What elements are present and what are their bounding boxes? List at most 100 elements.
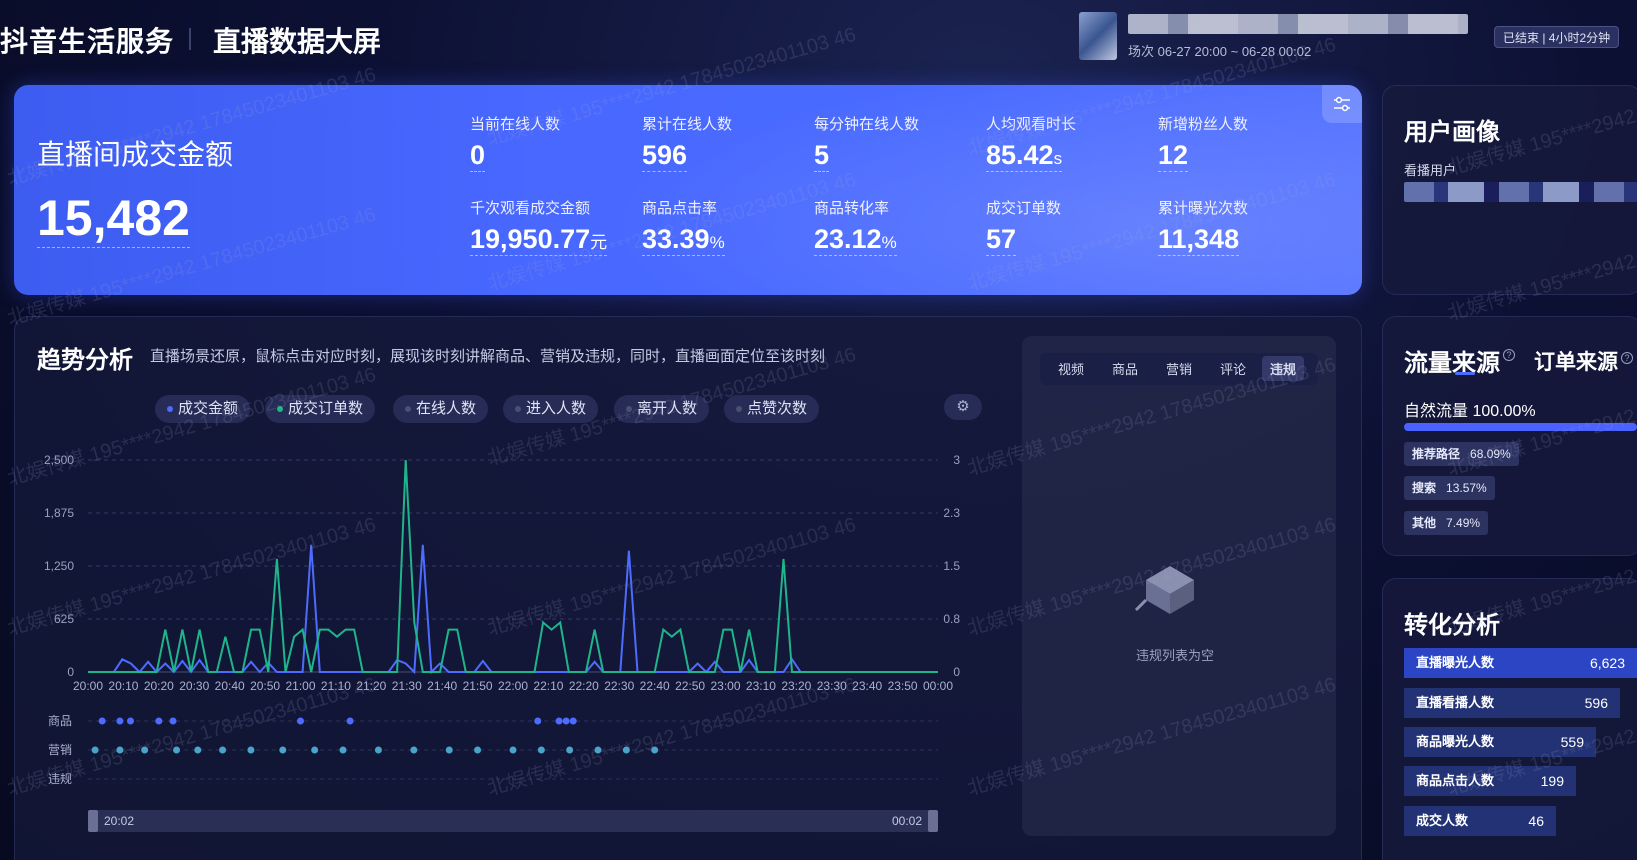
gmv-value[interactable]: 15,482 [37,189,190,248]
chart-settings-button[interactable]: ⚙ [944,394,982,420]
tab-1[interactable]: 商品 [1112,359,1138,378]
traffic-source-value: 7.49% [1446,516,1481,530]
time-slider [88,810,938,832]
kpi-label: 成交订单数 [986,200,1062,217]
event-marker[interactable] [219,746,227,754]
funnel-value: 199 [1540,773,1564,789]
x-tick: 23:20 [781,679,811,693]
funnel-row[interactable]: 商品点击人数 199 [1404,766,1576,796]
kpi-card: 直播间成交金额 15,482 当前在线人数 0 累计在线人数 596 每分钟在线人数 5 人… [14,85,1362,295]
kpi-label: 每分钟在线人数 [814,116,920,133]
metric-chip-label: 点赞次数 [747,400,808,417]
event-marker[interactable] [91,746,99,754]
funnel-row[interactable]: 直播看播人数 596 [1404,688,1620,718]
x-tick: 21:40 [427,679,457,693]
event-marker[interactable] [622,746,630,754]
kpi-item[interactable]: 人均观看时长 85.42s [986,113,1076,172]
empty-state-text: 违规列表为空 [1136,648,1215,663]
slider-handle-left [88,810,98,832]
x-tick: 22:20 [569,679,599,693]
legend-dot-icon [167,406,173,413]
kpi-label: 商品点击率 [642,200,718,217]
event-marker[interactable] [194,746,202,754]
funnel-label: 商品点击人数 [1416,773,1495,788]
event-marker[interactable] [594,746,602,754]
traffic-source-label: 搜索 [1412,481,1437,495]
info-icon[interactable]: ? [1503,349,1515,361]
kpi-item[interactable]: 当前在线人数 0 [470,113,560,172]
traffic-source-item[interactable]: 推荐路径 68.09% [1404,442,1519,466]
event-marker[interactable] [474,746,482,754]
event-marker[interactable] [562,717,570,725]
event-marker[interactable] [509,746,517,754]
kpi-item[interactable]: 每分钟在线人数 5 [814,113,919,172]
event-marker[interactable] [374,746,382,754]
kpi-value: 23.12% [814,224,897,256]
kpi-item[interactable]: 累计在线人数 596 [642,113,732,172]
conversion-title: 转化分析 [1404,612,1500,639]
kpi-item[interactable]: 累计曝光次数 11,348 [1158,197,1248,256]
event-marker[interactable] [297,717,304,725]
tab-3[interactable]: 评论 [1220,359,1246,378]
kpi-item[interactable]: 商品点击率 33.39% [642,197,725,256]
kpi-item[interactable]: 成交订单数 57 [986,197,1061,256]
event-row-label: 违规 [48,771,72,786]
event-marker[interactable] [555,717,563,725]
kpi-label: 千次观看成交金额 [470,200,591,217]
funnel-row[interactable]: 直播曝光人数 6,623 [1404,648,1637,678]
kpi-item[interactable]: 新增粉丝人数 12 [1158,113,1248,172]
trend-chart[interactable]: 2,500 31,875 2.31,250 1.5625 0.80 020:00 20:10… [0,440,1000,860]
x-tick: 23:40 [852,679,882,693]
traffic-source-item[interactable]: 搜索 13.57% [1404,476,1495,500]
session-time: 场次 06-27 20:00 ~ 06-28 00:02 [1128,44,1312,59]
event-marker[interactable] [141,746,149,754]
event-marker[interactable] [116,746,124,754]
event-marker[interactable] [98,717,106,725]
metric-chip[interactable]: 点赞次数 [724,395,820,423]
metric-chip[interactable]: 在线人数 [393,395,489,423]
event-marker[interactable] [173,746,181,754]
tab-2[interactable]: 营销 [1166,359,1192,378]
x-tick: 21:00 [285,679,315,693]
event-marker[interactable] [127,717,134,725]
event-marker[interactable] [116,717,124,725]
page-title: 直播数据大屏 [213,26,382,57]
funnel-row[interactable]: 成交人数 46 [1404,806,1556,836]
event-marker[interactable] [534,717,542,725]
metric-chip-label: 在线人数 [416,400,477,417]
event-marker[interactable] [445,746,453,754]
kpi-item[interactable]: 千次观看成交金额 19,950.77元 [470,197,608,256]
portrait-blurred-chart [1404,182,1637,202]
kpi-value: 33.39% [642,224,725,256]
traffic-source-item[interactable]: 其他 7.49% [1404,511,1489,535]
event-marker[interactable] [169,717,177,725]
event-marker[interactable] [410,746,418,754]
metric-chip[interactable]: 成交订单数 [265,395,376,423]
slider-end-label: 00:02 [892,814,922,828]
tab-0[interactable]: 视频 [1058,359,1084,378]
metric-chip[interactable]: 进入人数 [503,395,599,423]
gmv-label: 直播间成交金额 [37,139,234,170]
tab-4[interactable]: 违规 [1262,356,1305,381]
order-source-tab[interactable]: 订单来源? [1534,346,1633,376]
filter-button[interactable] [1322,85,1362,123]
kpi-item[interactable]: 商品转化率 23.12% [814,197,897,256]
funnel-row[interactable]: 商品曝光人数 559 [1404,727,1596,757]
x-tick: 23:10 [746,679,776,693]
event-marker[interactable] [651,746,659,754]
event-marker[interactable] [346,717,354,725]
info-icon[interactable]: ? [1621,352,1633,364]
event-marker[interactable] [279,746,287,754]
event-marker[interactable] [566,746,574,754]
event-marker[interactable] [569,717,577,725]
metric-chip[interactable]: 离开人数 [614,395,710,423]
metric-chip[interactable]: 成交金额 [155,395,251,423]
x-tick: 20:40 [215,679,245,693]
legend-dot-icon [736,406,742,413]
event-marker[interactable] [339,746,347,754]
event-marker[interactable] [247,746,255,754]
event-marker[interactable] [311,746,319,754]
trend-description: 直播场景还原，鼠标点击对应时刻，展现该时刻讲解商品、营销及违规，同时，直播画面定… [150,348,826,365]
event-marker[interactable] [155,717,163,725]
event-marker[interactable] [537,746,545,754]
